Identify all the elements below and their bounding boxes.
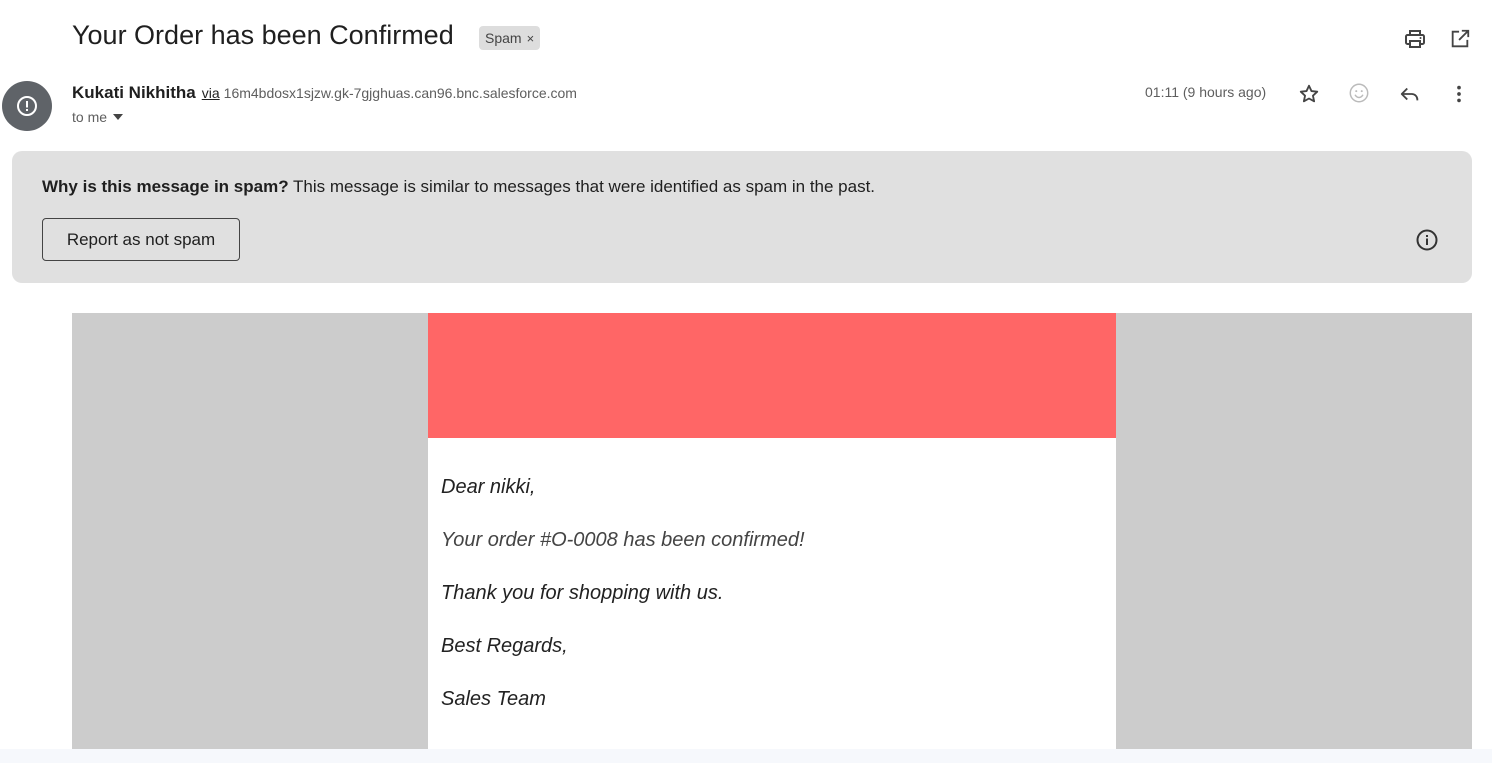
- sender-address: 16m4bdosx1sjzw.gk-7gjghuas.can96.bnc.sal…: [223, 85, 577, 101]
- spam-label-chip[interactable]: Spam ×: [479, 26, 541, 50]
- info-icon: [1416, 229, 1438, 251]
- spam-info-button[interactable]: [1415, 228, 1439, 252]
- email-subject: Your Order has been Confirmed: [72, 20, 454, 50]
- order-confirmation-text: Your order #O-0008 has been confirmed!: [441, 529, 805, 551]
- email-header-banner: [428, 313, 1116, 438]
- greeting-text: Dear nikki,: [441, 476, 536, 498]
- recipient-text: to me: [72, 109, 108, 125]
- email-message-body: Dear nikki, Your order #O-0008 has been …: [428, 438, 1116, 749]
- emoji-reaction-icon: [1349, 83, 1369, 103]
- reply-button[interactable]: [1395, 79, 1425, 109]
- spam-warning-banner: Why is this message in spam? This messag…: [12, 151, 1472, 283]
- spam-question: Why is this message in spam?: [42, 177, 289, 196]
- more-options-button[interactable]: [1444, 79, 1474, 109]
- open-in-new-window-button[interactable]: [1446, 25, 1474, 53]
- print-icon: [1405, 30, 1425, 48]
- print-button[interactable]: [1401, 25, 1429, 53]
- remove-label-button[interactable]: ×: [527, 31, 535, 46]
- warning-icon: [17, 96, 37, 116]
- via-link[interactable]: via: [202, 85, 220, 101]
- thanks-text: Thank you for shopping with us.: [441, 582, 724, 604]
- report-not-spam-button[interactable]: Report as not spam: [42, 218, 240, 261]
- spam-explanation: Why is this message in spam? This messag…: [42, 177, 875, 197]
- bottom-strip: [0, 749, 1492, 763]
- more-options-icon: [1457, 85, 1461, 103]
- add-reaction-button[interactable]: [1344, 78, 1374, 108]
- signature-text: Sales Team: [441, 688, 546, 710]
- reply-icon: [1400, 87, 1419, 101]
- dropdown-arrow-icon: [113, 114, 124, 120]
- sender-name[interactable]: Kukati Nikhitha: [72, 83, 196, 103]
- star-button[interactable]: [1294, 79, 1324, 109]
- timestamp: 01:11 (9 hours ago): [1145, 84, 1267, 100]
- closing-text: Best Regards,: [441, 635, 568, 657]
- sender-avatar[interactable]: [2, 81, 52, 131]
- open-in-new-window-icon: [1451, 29, 1470, 48]
- star-icon: [1299, 84, 1319, 103]
- spam-label-text: Spam: [485, 30, 522, 46]
- sender-line: Kukati Nikhitha via 16m4bdosx1sjzw.gk-7g…: [72, 83, 577, 103]
- spam-reason: This message is similar to messages that…: [288, 177, 876, 196]
- recipient-details-toggle[interactable]: to me: [72, 109, 124, 125]
